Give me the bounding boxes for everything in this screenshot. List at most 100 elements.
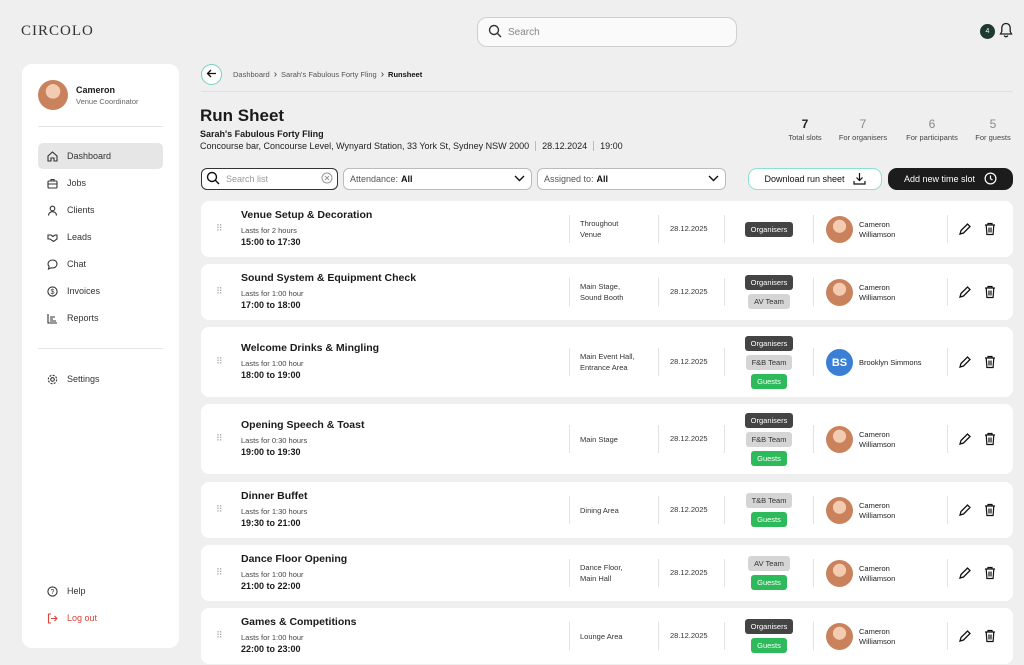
tag: Guests [751,373,787,389]
slot-assignee[interactable]: Cameron Williamson [826,623,895,650]
sidebar-item-invoices[interactable]: $ Invoices [38,278,163,304]
divider [38,126,163,127]
drag-handle-icon[interactable]: ⠿ [216,504,223,515]
stat-organisers: 7 For organisers [833,117,893,142]
divider [947,559,948,587]
slot-duration: Lasts for 1:00 hour [241,289,304,298]
select-value: All [596,174,609,184]
sidebar-item-label: Dashboard [67,151,112,161]
tag: T&B Team [745,493,793,508]
assignee-name-line: Williamson [859,229,896,239]
drag-handle-icon[interactable]: ⠿ [216,630,223,641]
help-icon: ? [47,585,58,597]
breadcrumb: Dashboard › Sarah's Fabulous Forty Fling… [233,69,422,80]
edit-pen-icon[interactable] [958,355,972,369]
slot-duration: Lasts for 1:00 hour [241,633,304,642]
location-line: Main Event Hall, [580,352,635,361]
svg-text:?: ? [51,589,55,596]
run-sheet-row[interactable]: ⠿ Opening Speech & Toast Lasts for 0:30 … [201,404,1013,474]
run-sheet-row[interactable]: ⠿ Sound System & Equipment Check Lasts f… [201,264,1013,320]
edit-pen-icon[interactable] [958,503,972,517]
edit-pen-icon[interactable] [958,629,972,643]
slot-assignee[interactable]: BS Brooklyn Simmons [826,349,922,376]
drag-handle-icon[interactable]: ⠿ [216,356,223,367]
drag-handle-icon[interactable]: ⠿ [216,567,223,578]
tag: AV Team [748,556,790,571]
sidebar-item-jobs[interactable]: Jobs [38,170,163,196]
drag-handle-icon[interactable]: ⠿ [216,286,223,297]
stat-value: 5 [989,117,997,131]
avatar [38,80,68,110]
notification-count-badge[interactable]: 4 [980,24,995,39]
trash-icon[interactable] [983,222,997,236]
add-time-slot-button[interactable]: Add new time slot [888,168,1013,190]
sidebar-item-dashboard[interactable]: Dashboard [38,143,163,169]
stat-guests: 5 For guests [970,117,1016,142]
list-search-input[interactable]: Search list [201,168,338,190]
home-icon [47,150,58,162]
stat-label: For organisers [838,133,888,142]
slot-title: Venue Setup & Decoration [241,209,373,221]
bell-icon[interactable] [999,22,1013,43]
trash-icon[interactable] [983,629,997,643]
breadcrumb-dashboard[interactable]: Dashboard [233,70,270,79]
user-profile[interactable]: Cameron Venue Coordinator [38,80,139,110]
clear-icon[interactable] [321,172,333,186]
slot-time: 19:30 to 21:00 [241,518,301,528]
slot-assignee[interactable]: Cameron Williamson [826,497,895,524]
drag-handle-icon[interactable]: ⠿ [216,223,223,234]
sidebar-item-leads[interactable]: Leads [38,224,163,250]
divider [38,348,163,349]
assigned-select[interactable]: Assigned to: All [537,168,726,190]
drag-handle-icon[interactable]: ⠿ [216,433,223,444]
run-sheet-row[interactable]: ⠿ Welcome Drinks & Mingling Lasts for 1:… [201,327,1013,397]
attendance-select[interactable]: Attendance: All [343,168,532,190]
slot-tags: Organisers F&B Team Guests [725,412,813,466]
sidebar-item-clients[interactable]: Clients [38,197,163,223]
trash-icon[interactable] [983,355,997,369]
edit-pen-icon[interactable] [958,222,972,236]
global-search-input[interactable]: Search [477,17,737,47]
slot-location: Main Event Hall, Entrance Area [580,351,635,373]
briefcase-icon [47,178,58,189]
location-line: Sound Booth [580,293,624,302]
select-value: All [401,174,413,184]
breadcrumb-event[interactable]: Sarah's Fabulous Forty Fling [281,70,377,79]
sidebar-item-help[interactable]: ? Help [38,578,163,604]
sidebar-item-settings[interactable]: Settings [38,366,163,392]
sidebar-item-logout[interactable]: Log out [38,605,163,631]
run-sheet-row[interactable]: ⠿ Dance Floor Opening Lasts for 1:00 hou… [201,545,1013,601]
run-sheet-row[interactable]: ⠿ Dinner Buffet Lasts for 1:30 hours 19:… [201,482,1013,538]
event-meta: Concourse bar, Concourse Level, Wynyard … [200,141,623,151]
select-label: Attendance: [350,174,399,184]
arrow-left-icon [206,66,217,84]
trash-icon[interactable] [983,432,997,446]
slot-time: 22:00 to 23:00 [241,644,301,654]
run-sheet-row[interactable]: ⠿ Venue Setup & Decoration Lasts for 2 h… [201,201,1013,257]
slot-assignee[interactable]: Cameron Williamson [826,216,895,243]
gear-icon [47,374,58,385]
run-sheet-row[interactable]: ⠿ Games & Competitions Lasts for 1:00 ho… [201,608,1013,664]
stat-label: For participants [906,133,958,142]
trash-icon[interactable] [983,503,997,517]
edit-pen-icon[interactable] [958,285,972,299]
app-logo[interactable]: CIRCOLO [21,23,94,40]
trash-icon[interactable] [983,285,997,299]
sidebar-item-label: Invoices [67,286,101,296]
trash-icon[interactable] [983,566,997,580]
slot-assignee[interactable]: Cameron Williamson [826,426,895,453]
sidebar-item-label: Clients [67,205,95,215]
download-run-sheet-button[interactable]: Download run sheet [748,168,882,190]
event-time: 19:00 [600,141,623,151]
edit-pen-icon[interactable] [958,566,972,580]
slot-title: Dance Floor Opening [241,553,348,565]
edit-pen-icon[interactable] [958,432,972,446]
slot-assignee[interactable]: Cameron Williamson [826,560,895,587]
slot-tags: Organisers [725,221,813,237]
slot-assignee[interactable]: Cameron Williamson [826,279,895,306]
sidebar-item-reports[interactable]: Reports [38,305,163,331]
sidebar-item-chat[interactable]: Chat [38,251,163,277]
dollar-icon: $ [47,285,58,297]
back-button[interactable] [201,64,222,85]
slot-date: 28.12.2025 [670,631,708,640]
